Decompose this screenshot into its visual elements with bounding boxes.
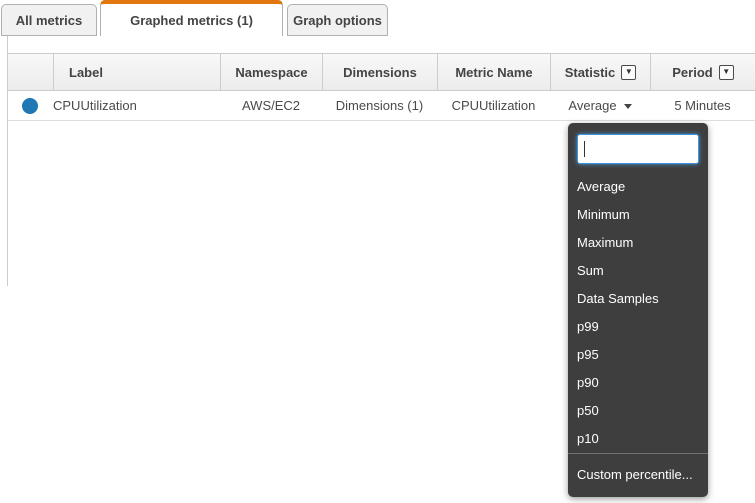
table-row: CPUUtilization AWS/EC2 Dimensions (1) CP… xyxy=(8,91,755,121)
statistic-option-custom-percentile[interactable]: Custom percentile... xyxy=(568,454,708,495)
statistic-option-data-samples[interactable]: Data Samples xyxy=(577,284,699,312)
statistic-option-minimum[interactable]: Minimum xyxy=(577,200,699,228)
period-column-menu-icon[interactable]: ▼ xyxy=(719,65,734,80)
statistic-option-p50[interactable]: p50 xyxy=(577,396,699,424)
header-cell-period: Period ▼ xyxy=(650,54,755,90)
row-cell-metric-name: CPUUtilization xyxy=(437,91,550,120)
row-cell-statistic: Average xyxy=(550,91,650,120)
header-cell-metric-name: Metric Name xyxy=(437,54,550,90)
header-cell-namespace: Namespace xyxy=(220,54,322,90)
row-cell-period[interactable]: 5 Minutes xyxy=(650,91,755,120)
statistic-option-p90[interactable]: p90 xyxy=(577,368,699,396)
statistic-option-list: Average Minimum Maximum Sum Data Samples… xyxy=(577,172,699,452)
row-cell-swatch xyxy=(8,91,53,120)
statistic-filter-input[interactable] xyxy=(577,134,699,164)
row-cell-namespace: AWS/EC2 xyxy=(220,91,322,120)
row-cell-dimensions[interactable]: Dimensions (1) xyxy=(322,91,437,120)
statistic-option-sum[interactable]: Sum xyxy=(577,256,699,284)
statistic-option-p10[interactable]: p10 xyxy=(577,424,699,452)
statistic-option-p95[interactable]: p95 xyxy=(577,340,699,368)
tab-all-metrics[interactable]: All metrics xyxy=(1,4,97,36)
header-statistic-label: Statistic xyxy=(565,65,616,80)
caret-down-icon xyxy=(624,104,632,109)
table-header: Label Namespace Dimensions Metric Name S… xyxy=(8,53,755,91)
tab-graphed-metrics[interactable]: Graphed metrics (1) xyxy=(100,0,283,36)
header-cell-label: Label xyxy=(53,54,220,90)
statistic-option-maximum[interactable]: Maximum xyxy=(577,228,699,256)
cloudwatch-metrics-panel: All metrics Graphed metrics (1) Graph op… xyxy=(0,0,755,503)
statistic-option-p99[interactable]: p99 xyxy=(577,312,699,340)
text-cursor xyxy=(584,141,585,157)
tab-graph-options[interactable]: Graph options xyxy=(287,4,388,36)
row-cell-label: CPUUtilization xyxy=(53,91,220,120)
statistic-filter-wrap xyxy=(577,134,699,164)
statistic-option-average[interactable]: Average xyxy=(577,172,699,200)
statistic-dropdown-trigger[interactable]: Average xyxy=(568,98,631,113)
header-cell-select xyxy=(8,54,53,90)
statistic-dropdown-menu: Average Minimum Maximum Sum Data Samples… xyxy=(568,123,708,497)
header-period-label: Period xyxy=(672,65,712,80)
header-cell-statistic: Statistic ▼ xyxy=(550,54,650,90)
statistic-column-menu-icon[interactable]: ▼ xyxy=(621,65,636,80)
metric-color-swatch xyxy=(22,98,38,114)
statistic-value: Average xyxy=(568,98,616,113)
header-cell-dimensions: Dimensions xyxy=(322,54,437,90)
